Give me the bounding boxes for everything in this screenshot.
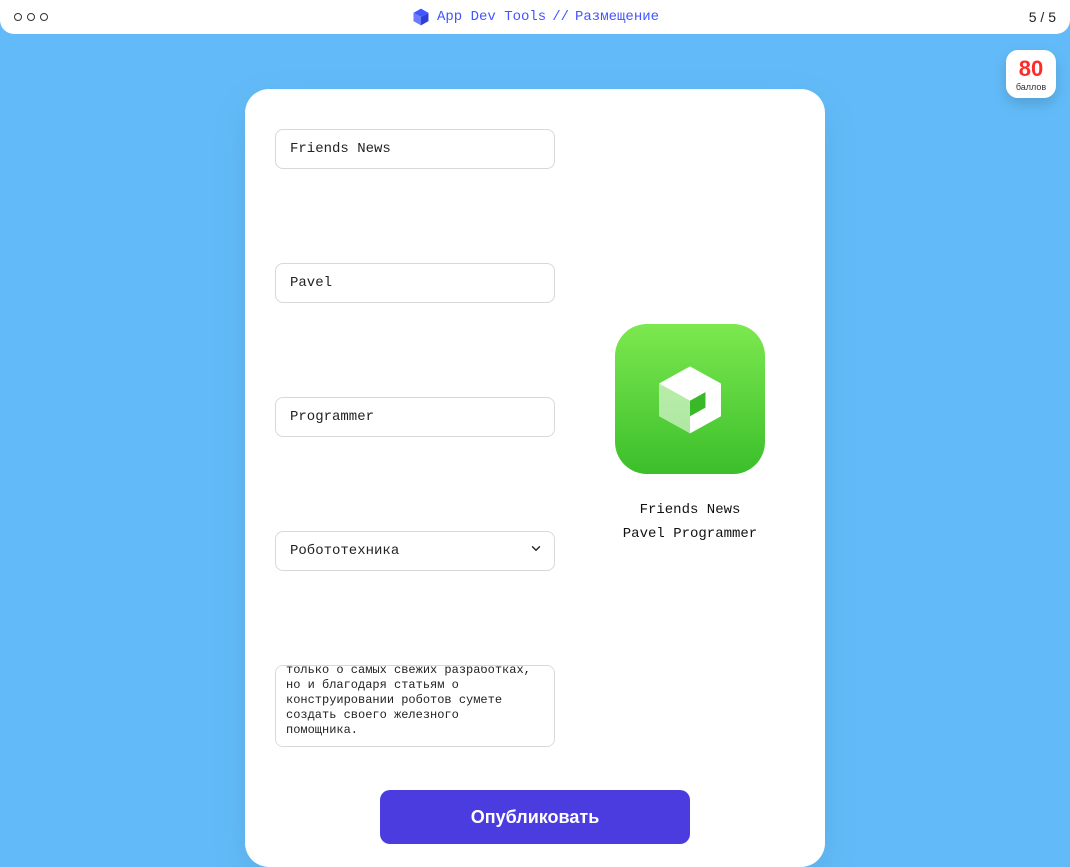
window-controls[interactable] <box>14 13 48 21</box>
preview-app-name: Friends News <box>640 502 741 518</box>
step-indicator: 5 / 5 <box>1029 9 1056 25</box>
preview-column: Friends News Pavel Programmer <box>585 129 795 542</box>
app-name-input[interactable] <box>275 129 555 169</box>
top-bar: App Dev Tools // Размещение 5 / 5 <box>0 0 1070 34</box>
title-sep: // <box>552 9 569 25</box>
page-title: App Dev Tools // Размещение <box>411 7 659 27</box>
score-label: баллов <box>1012 82 1050 92</box>
form-column <box>275 129 555 752</box>
app-icon <box>615 324 765 474</box>
score-card: 80 баллов <box>1006 50 1056 98</box>
publish-button[interactable]: Опубликовать <box>380 790 690 844</box>
window-dot[interactable] <box>14 13 22 21</box>
window-dot[interactable] <box>27 13 35 21</box>
last-name-input[interactable] <box>275 397 555 437</box>
description-textarea[interactable] <box>275 665 555 747</box>
form-card: Friends News Pavel Programmer Опубликова… <box>245 89 825 867</box>
form-row: Friends News Pavel Programmer <box>275 129 795 752</box>
description-wrap <box>275 665 555 752</box>
stage: Friends News Pavel Programmer Опубликова… <box>0 34 1070 867</box>
window-dot[interactable] <box>40 13 48 21</box>
preview-author: Pavel Programmer <box>623 526 757 542</box>
score-value: 80 <box>1012 58 1050 80</box>
title-text-b: Размещение <box>575 9 659 25</box>
category-select-wrap <box>275 531 555 571</box>
category-select[interactable] <box>275 531 555 571</box>
cube-icon <box>411 7 431 27</box>
first-name-input[interactable] <box>275 263 555 303</box>
title-text-a: App Dev Tools <box>437 9 546 25</box>
